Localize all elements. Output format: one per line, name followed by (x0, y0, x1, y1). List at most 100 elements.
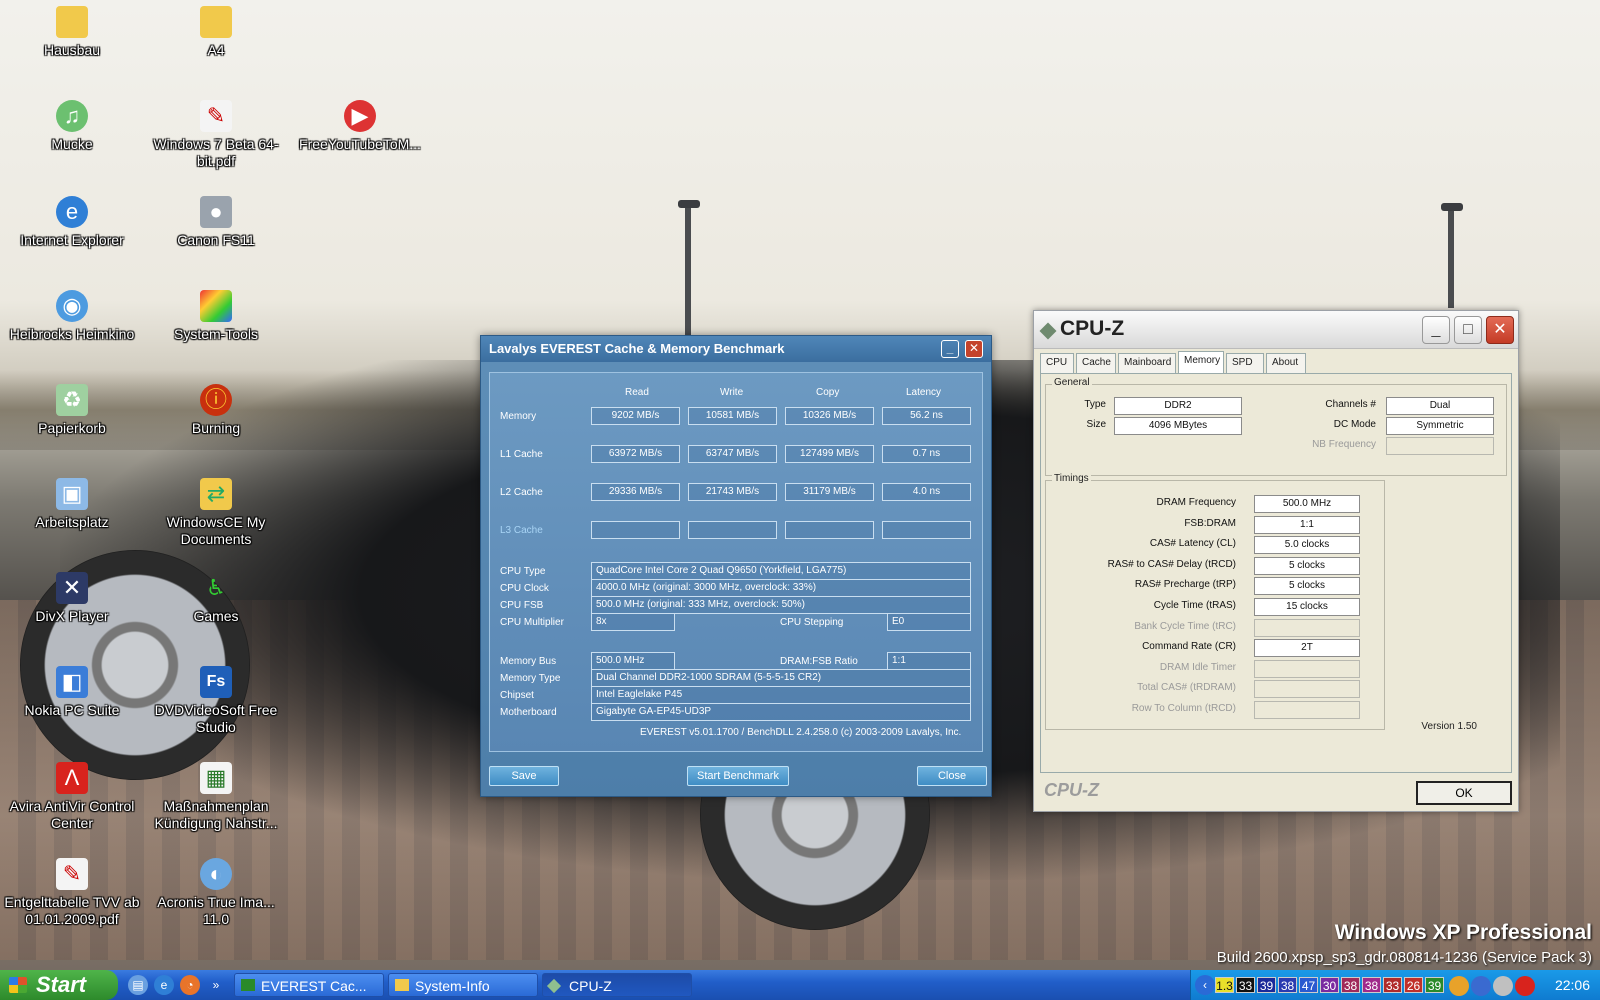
desktop-icon-dvdvideosoft[interactable]: Fs DVDVideoSoft Free Studio (146, 666, 286, 736)
desktop-icon-internet-explorer[interactable]: e Internet Explorer (2, 196, 142, 249)
quicklaunch-chevron[interactable]: » (206, 975, 226, 995)
clock[interactable]: 22:06 (1555, 970, 1590, 1000)
timing-value: 2T (1254, 639, 1360, 658)
cpuz-brand-logo: CPU-Z (1044, 780, 1099, 800)
memory-type-value: Dual Channel DDR2-1000 SDRAM (5-5-5-15 C… (591, 669, 971, 687)
cpuz-titlebar[interactable]: CPU-Z _ □ ✕ (1034, 311, 1518, 349)
general-group: General Type DDR2 Size 4096 MBytes Chann… (1045, 377, 1507, 476)
timing-value: 5 clocks (1254, 556, 1360, 575)
taskbar-task-system-info[interactable]: System-Info (388, 973, 538, 997)
l3-read (591, 521, 680, 539)
tray-collapse-icon[interactable]: ‹ (1195, 975, 1215, 995)
size-value: 4096 MBytes (1114, 417, 1242, 435)
save-button[interactable]: Save (489, 766, 559, 786)
column-latency: Latency (906, 387, 942, 398)
chipset-value: Intel Eaglelake P45 (591, 686, 971, 704)
cpu-multiplier-label: CPU Multiplier (500, 617, 564, 628)
taskbar-task-cpuz[interactable]: CPU-Z (542, 973, 692, 997)
desktop-icon-system-tools[interactable]: System-Tools (146, 290, 286, 343)
folder-icon (200, 6, 232, 38)
internet-explorer-icon: e (56, 196, 88, 228)
row-label-l3: L3 Cache (500, 525, 543, 536)
l1-latency: 0.7 ns (882, 445, 971, 463)
everest-results-panel: Read Write Copy Latency Memory 9202 MB/s… (489, 372, 983, 752)
desktop-icon-divx[interactable]: ✕ DivX Player (2, 572, 142, 625)
timing-label: Bank Cycle Time (tRC) (1134, 620, 1236, 632)
desktop-icon-hausbau[interactable]: Hausbau (2, 6, 142, 59)
motherboard-label: Motherboard (500, 707, 557, 718)
tray-monitor-value[interactable]: 39 (1425, 977, 1444, 993)
tray-monitor-value[interactable]: 33 (1383, 977, 1402, 993)
close-button[interactable]: Close (917, 766, 987, 786)
version-label: Version 1.50 (1421, 721, 1477, 732)
close-icon[interactable]: ✕ (1486, 316, 1514, 344)
desktop-icon-burning[interactable]: ⓘ Burning (146, 384, 286, 437)
desktop-icon-windows7-pdf[interactable]: ✎ Windows 7 Beta 64-bit.pdf (146, 100, 286, 170)
nokia-icon: ◧ (56, 666, 88, 698)
desktop-icon-arbeitsplatz[interactable]: ▣ Arbeitsplatz (2, 478, 142, 531)
desktop-icon-a4[interactable]: A4 (146, 6, 286, 59)
desktop-icon-avira[interactable]: Λ Avira AntiVir Control Center (2, 762, 142, 832)
column-write: Write (720, 387, 744, 398)
desktop-icon-mucke[interactable]: ♫ Mucke (2, 100, 142, 153)
row-label-memory: Memory (500, 411, 537, 422)
taskbar-task-everest[interactable]: EVEREST Cac... (234, 973, 384, 997)
tray-security-icon[interactable] (1493, 976, 1513, 996)
tray-info-icon[interactable] (1449, 976, 1469, 996)
minimize-button[interactable]: _ (1422, 316, 1450, 344)
desktop-icon-papierkorb[interactable]: ♻ Papierkorb (2, 384, 142, 437)
minimize-button[interactable]: _ (941, 340, 959, 358)
timing-value: 500.0 MHz (1254, 495, 1360, 513)
desktop-icon-acronis[interactable]: ◐ Acronis True Ima... 11.0 (146, 858, 286, 928)
tray-monitor-value[interactable]: 39 (1257, 977, 1276, 993)
tray-monitor-value[interactable]: 38 (1362, 977, 1381, 993)
start-benchmark-button[interactable]: Start Benchmark (687, 766, 789, 786)
tab-cache[interactable]: Cache (1076, 353, 1116, 373)
divx-icon: ✕ (56, 572, 88, 604)
tab-about[interactable]: About (1266, 353, 1306, 373)
desktop-icon-canon[interactable]: ● Canon FS11 (146, 196, 286, 249)
desktop-icon-games[interactable]: ♿ Games (146, 572, 286, 625)
desktop-icon-massnahmenplan[interactable]: ▦ Maßnahmenplan Kündigung Nahstr... (146, 762, 286, 832)
avira-icon[interactable] (1515, 976, 1535, 996)
desktop-icon-nokia[interactable]: ◧ Nokia PC Suite (2, 666, 142, 719)
tab-spd[interactable]: SPD (1226, 353, 1264, 373)
timing-value: 5.0 clocks (1254, 536, 1360, 555)
everest-titlebar[interactable]: Lavalys EVEREST Cache & Memory Benchmark… (481, 336, 991, 362)
desktop-icon-heimkino[interactable]: ◉ Heibrocks Heimkino (2, 290, 142, 343)
desktop-icon-windowsce[interactable]: ⇄ WindowsCE My Documents (146, 478, 286, 548)
tray-monitor-value[interactable]: 38 (1341, 977, 1360, 993)
memory-write: 10581 MB/s (688, 407, 777, 425)
folder-icon (56, 6, 88, 38)
l2-read: 29336 MB/s (591, 483, 680, 501)
tray-monitor-value[interactable]: 1.3 (1215, 977, 1234, 993)
timing-label: Total CAS# (tRDRAM) (1137, 682, 1236, 694)
tray-monitor-value[interactable]: 26 (1404, 977, 1423, 993)
timing-label: DRAM Frequency (1156, 497, 1236, 508)
desktop-icon-entgelttabelle[interactable]: ✎ Entgelttabelle TVV ab 01.01.2009.pdf (2, 858, 142, 928)
tray-monitor-value[interactable]: 30 (1320, 977, 1339, 993)
tray-monitor-value[interactable]: 38 (1278, 977, 1297, 993)
tab-cpu[interactable]: CPU (1040, 353, 1074, 373)
tab-mainboard[interactable]: Mainboard (1118, 353, 1176, 373)
desktop-icon-freeyoutube[interactable]: ▶ FreeYouTubeToM... (290, 100, 430, 153)
tray-network-icon[interactable] (1471, 976, 1491, 996)
maximize-button[interactable]: □ (1454, 316, 1482, 344)
close-icon[interactable]: ✕ (965, 340, 983, 358)
show-desktop-icon[interactable]: ▤ (128, 975, 148, 995)
firefox-icon[interactable]: ◔ (180, 975, 200, 995)
l1-read: 63972 MB/s (591, 445, 680, 463)
tray-monitor-value[interactable]: 47 (1299, 977, 1318, 993)
timing-label: DRAM Idle Timer (1159, 661, 1236, 673)
tray-monitor-value[interactable]: 33 (1236, 977, 1255, 993)
timing-value (1254, 701, 1360, 719)
ok-button[interactable]: OK (1416, 781, 1512, 805)
internet-explorer-icon[interactable]: e (154, 975, 174, 995)
everest-window: Lavalys EVEREST Cache & Memory Benchmark… (480, 335, 992, 797)
dvdvideosoft-icon: Fs (200, 666, 232, 698)
taskbar: Start ▤ e ◔ » EVEREST Cac... System-Info… (0, 970, 1600, 1000)
network-icon: ◉ (56, 290, 88, 322)
start-button[interactable]: Start (0, 970, 118, 1000)
watermark-build: Build 2600.xpsp_sp3_gdr.080814-1236 (Ser… (1216, 949, 1592, 966)
tab-memory[interactable]: Memory (1178, 351, 1224, 373)
